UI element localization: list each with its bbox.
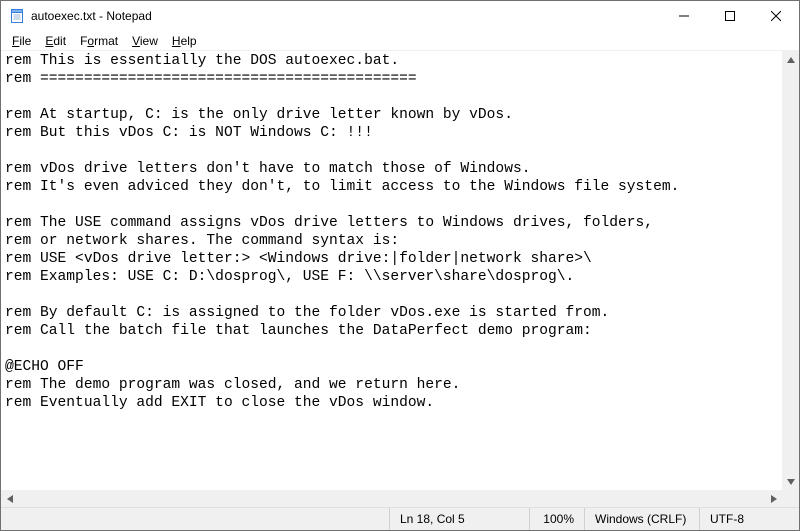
scroll-corner (782, 490, 799, 507)
chevron-right-icon (771, 495, 777, 503)
scroll-right-button[interactable] (765, 490, 782, 507)
titlebar[interactable]: autoexec.txt - Notepad (1, 1, 799, 31)
scroll-up-button[interactable] (782, 51, 799, 68)
menu-format[interactable]: Format (73, 33, 125, 49)
maximize-icon (725, 11, 735, 21)
chevron-up-icon (787, 57, 795, 63)
horizontal-scrollbar[interactable] (1, 490, 782, 507)
vertical-scrollbar[interactable] (782, 51, 799, 490)
menu-file[interactable]: File (5, 33, 38, 49)
menu-view[interactable]: View (125, 33, 165, 49)
editor-area: rem This is essentially the DOS autoexec… (1, 51, 799, 507)
status-position: Ln 18, Col 5 (389, 508, 529, 530)
minimize-icon (679, 11, 689, 21)
chevron-left-icon (7, 495, 13, 503)
statusbar: Ln 18, Col 5 100% Windows (CRLF) UTF-8 (1, 507, 799, 530)
window-title: autoexec.txt - Notepad (31, 9, 152, 23)
notepad-window: autoexec.txt - Notepad File Edit Format … (0, 0, 800, 531)
menubar: File Edit Format View Help (1, 31, 799, 51)
window-controls (661, 1, 799, 31)
close-icon (771, 11, 781, 21)
menu-edit[interactable]: Edit (38, 33, 73, 49)
status-zoom: 100% (529, 508, 584, 530)
status-encoding: UTF-8 (699, 508, 799, 530)
chevron-down-icon (787, 479, 795, 485)
minimize-button[interactable] (661, 1, 707, 31)
status-line-ending: Windows (CRLF) (584, 508, 699, 530)
scroll-down-button[interactable] (782, 473, 799, 490)
menu-help[interactable]: Help (165, 33, 204, 49)
maximize-button[interactable] (707, 1, 753, 31)
close-button[interactable] (753, 1, 799, 31)
scroll-left-button[interactable] (1, 490, 18, 507)
text-editor[interactable]: rem This is essentially the DOS autoexec… (1, 51, 782, 490)
notepad-icon (9, 8, 25, 24)
